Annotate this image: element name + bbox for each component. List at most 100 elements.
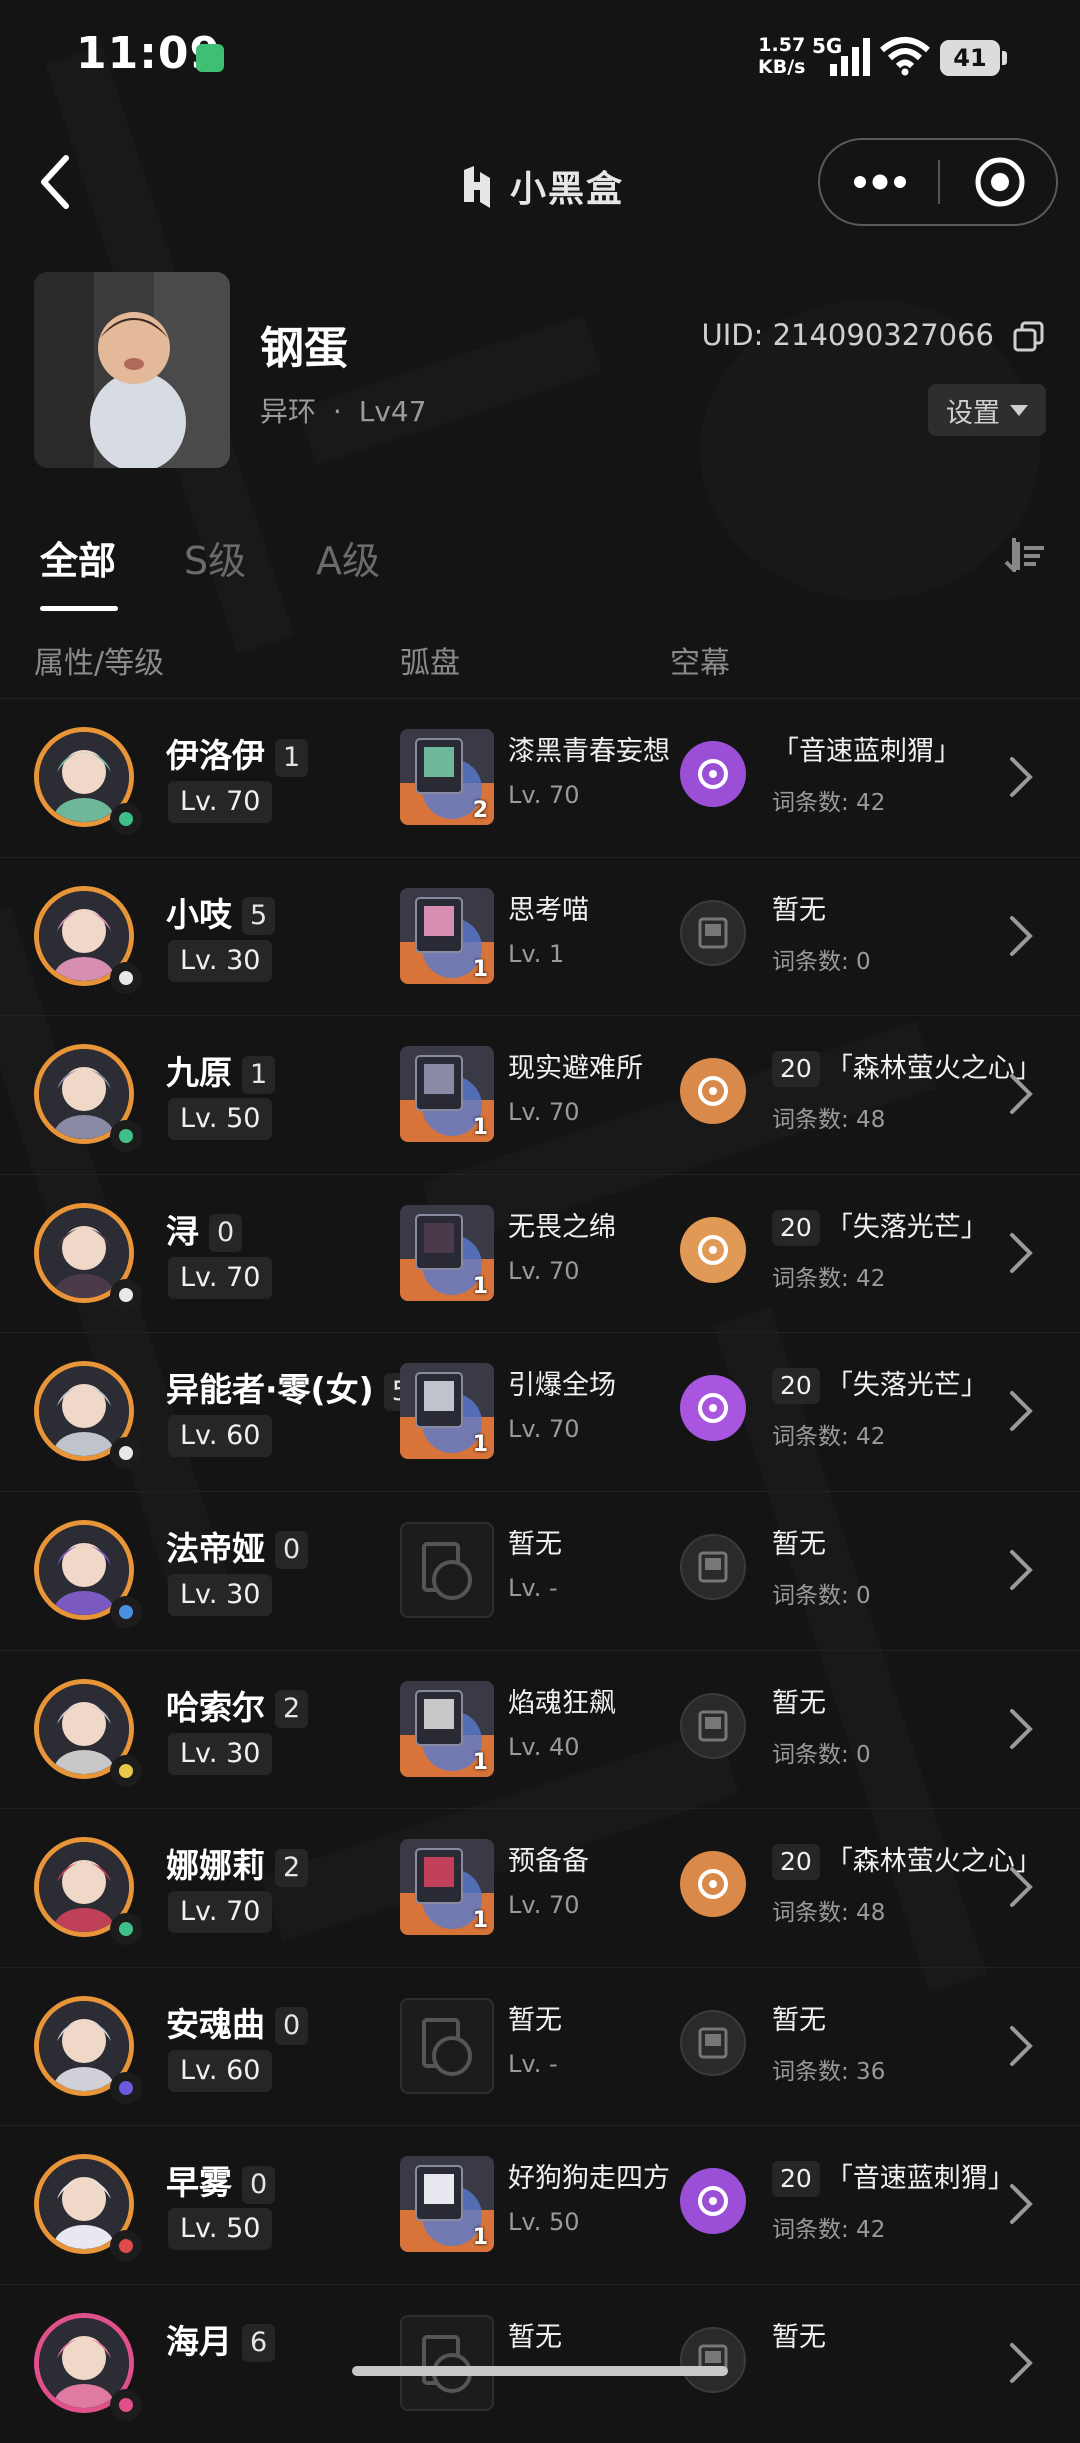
disk-icon: 1 [400,1204,494,1301]
curtain-icon [680,1058,746,1125]
chevron-right-icon [1010,1074,1033,1115]
character-row[interactable]: 浔0 Lv. 70 1 无畏之绵 Lv. 70 20 「失落光芒」 词条数: 42 [0,1173,1080,1333]
disk-count: 1 [472,2225,488,2251]
disk-count: 1 [472,1908,488,1934]
close-miniapp-icon[interactable] [974,156,1026,208]
character-level: Lv. 70 [168,1891,273,1934]
disk-count: 1 [472,956,488,982]
tab-s-rank[interactable]: S级 [184,530,246,585]
curtain-level: 20 [772,1051,820,1088]
curtain-stat-count: 词条数: 42 [772,1424,886,1451]
disk-count: 1 [472,1432,488,1458]
curtain-level: 20 [772,1209,820,1246]
heybox-logo-icon [464,166,490,208]
chevron-right-icon [1010,1391,1033,1432]
curtain-name: 暂无 [772,1687,826,1719]
disk-count: 2 [472,798,488,823]
tab-all[interactable]: 全部 [40,530,116,585]
disk-name: 思考喵 [508,894,589,926]
character-row[interactable]: 九原 1 Lv. 50 1 现实避难所 Lv. 70 20 「森林萤火之心」 词条数… [0,1015,1080,1174]
curtain-name: 暂无 [772,894,826,926]
curtain-icon [680,741,746,807]
character-row[interactable]: 法帝娅 0 Lv. 30 暂无 Lv. - 暂无 词条数: 0 [0,1490,1080,1650]
disk-name: 焰魂狂飙 [508,1687,616,1719]
character-name: 小吱 5 [166,888,276,936]
sort-filter-icon[interactable] [1004,536,1046,572]
character-row[interactable]: 安魂曲 0 Lv. 60 暂无 Lv. - 暂无 词条数: 36 [0,1966,1080,2126]
rank-badge: 0 [242,2165,276,2204]
character-row[interactable]: 海月 6 暂无 暂无 [0,2283,1080,2443]
column-header-disk: 弧盘 [400,646,460,681]
chevron-right-icon [1010,2184,1033,2225]
rank-badge: 1 [242,1055,276,1094]
character-name: 异能者·零(女)5 [166,1363,417,1411]
tab-a-rank[interactable]: A级 [316,530,380,585]
curtain-stat-count: 词条数: 42 [772,2217,886,2244]
disk-name: 暂无 [508,1528,562,1560]
disk-level: Lv. 70 [508,1256,580,1285]
disk-icon: 1 [400,1839,494,1936]
disk-count: 1 [472,1749,488,1775]
disk-level: Lv. 70 [508,1415,580,1444]
character-name: 九原 1 [166,1046,276,1094]
column-header-attr: 属性/等级 [34,646,165,681]
chevron-right-icon [1010,1867,1033,1908]
disk-icon: 1 [400,887,494,984]
disk-icon [400,1997,494,2094]
chevron-right-icon [1010,757,1033,797]
disk-level: Lv. 1 [508,939,565,968]
character-name: 海月 6 [166,2315,276,2363]
copy-icon[interactable] [1012,320,1046,354]
character-name: 哈索尔 2 [166,1681,309,1729]
battery-icon: 41 [940,40,1007,76]
chevron-right-icon [1010,1708,1033,1749]
disk-count: 1 [472,1115,488,1141]
character-row[interactable]: 异能者·零(女)5 Lv. 60 1 引爆全场 Lv. 70 20「失落光芒」 … [0,1332,1080,1491]
disk-level: Lv. 40 [508,1732,580,1761]
disk-icon: 2 [400,729,494,825]
rank-badge: 1 [275,738,309,777]
chevron-right-icon [1010,2342,1033,2383]
character-level: Lv. 70 [168,781,273,823]
element-icon [110,1913,142,1946]
character-level: Lv. 50 [168,1098,273,1141]
chevron-right-icon [1010,915,1033,956]
signal-icon [830,38,870,76]
character-row[interactable]: 娜娜莉 2 Lv. 70 1 预备备 Lv. 70 20 「森林萤火之心」 词条数:… [0,1808,1080,1967]
status-bar: 11:09 1.57 KB/s 5G 41 [0,0,1080,120]
curtain-stat-count: 词条数: 0 [772,1582,871,1609]
disk-name: 现实避难所 [508,1053,643,1085]
curtain-name: 20 「失落光芒」 [772,1205,988,1246]
curtain-stat-count: 词条数: 0 [772,1741,871,1768]
home-indicator[interactable] [352,2366,728,2376]
back-icon[interactable] [36,152,76,212]
character-row[interactable]: 小吱 5 Lv. 30 1 思考喵 Lv. 1 暂无 词条数: 0 [0,856,1080,1016]
character-level: Lv. 70 [168,1256,273,1299]
rank-badge: 0 [209,1214,243,1253]
character-level: Lv. 30 [168,939,273,982]
element-icon [110,2071,142,2104]
curtain-name: 20 「森林萤火之心」 [772,1839,1042,1881]
disk-name: 暂无 [508,2321,562,2353]
curtain-level: 20 [772,1844,820,1881]
settings-dropdown-button[interactable]: 设置 [928,384,1046,436]
disk-level: Lv. 50 [508,2208,580,2237]
disk-level: Lv. 70 [508,1891,580,1920]
curtain-name: 20 「森林萤火之心」 [772,1046,1042,1088]
curtain-icon [680,1692,746,1759]
tab-underline [40,606,118,611]
curtain-icon [680,2168,746,2235]
more-icon[interactable] [850,166,910,198]
disk-icon: 1 [400,1363,494,1460]
disk-name: 引爆全场 [508,1370,616,1402]
character-row[interactable]: 伊洛伊 1 Lv. 70 2 漆黑青春妄想 Lv. 70 「音速蓝刺猬」 词条数:… [0,698,1080,857]
chevron-right-icon [1010,1232,1033,1273]
element-icon [110,1595,142,1628]
character-row[interactable]: 哈索尔 2 Lv. 30 1 焰魂狂飙 Lv. 40 暂无 词条数: 0 [0,1649,1080,1809]
element-icon [110,1437,142,1470]
element-icon [110,2388,142,2421]
disk-level: Lv. - [508,1573,558,1602]
character-row[interactable]: 早雾 0 Lv. 50 1 好狗狗走四方 Lv. 50 20 「音速蓝刺猬」 词条数… [0,2125,1080,2284]
curtain-icon [680,1533,746,1600]
curtain-icon [680,2326,746,2393]
